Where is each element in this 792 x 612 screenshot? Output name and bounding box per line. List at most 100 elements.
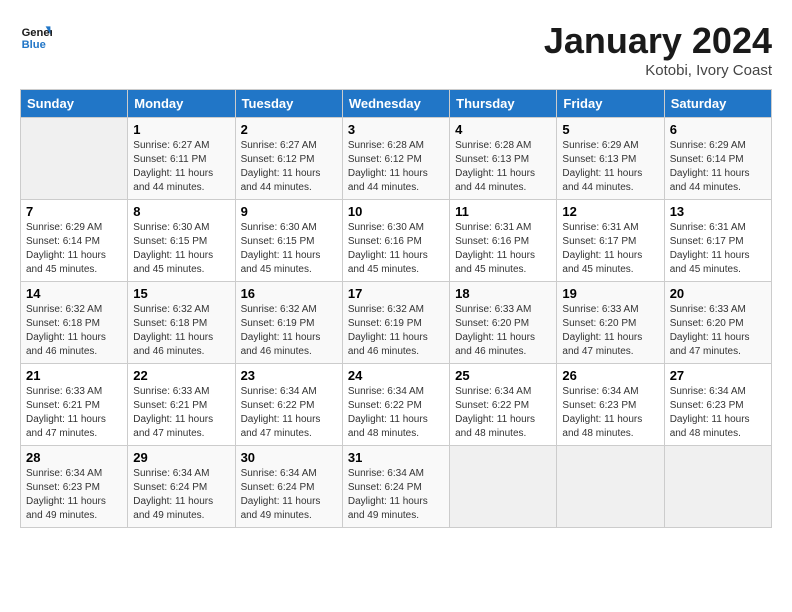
calendar-cell xyxy=(450,446,557,528)
header-cell-tuesday: Tuesday xyxy=(235,90,342,118)
calendar-cell: 13 Sunrise: 6:31 AMSunset: 6:17 PMDayligh… xyxy=(664,200,771,282)
day-info: Sunrise: 6:33 AMSunset: 6:21 PMDaylight:… xyxy=(26,385,122,441)
day-number: 5 xyxy=(562,122,658,137)
calendar-cell: 2 Sunrise: 6:27 AMSunset: 6:12 PMDaylight… xyxy=(235,118,342,200)
week-row-3: 14 Sunrise: 6:32 AMSunset: 6:18 PMDayligh… xyxy=(21,282,772,364)
calendar-cell: 22 Sunrise: 6:33 AMSunset: 6:21 PMDayligh… xyxy=(128,364,235,446)
calendar-cell: 8Sunrise: 6:30 AMSunset: 6:15 PMDaylight… xyxy=(128,200,235,282)
day-info: Sunrise: 6:31 AMSunset: 6:17 PMDaylight:… xyxy=(670,221,766,277)
day-info: Sunrise: 6:33 AMSunset: 6:20 PMDaylight:… xyxy=(670,303,766,359)
calendar-cell: 16Sunrise: 6:32 AMSunset: 6:19 PMDayligh… xyxy=(235,282,342,364)
day-number: 22 xyxy=(133,368,229,383)
day-number: 17 xyxy=(348,286,444,301)
day-number: 16 xyxy=(241,286,337,301)
calendar-cell: 30Sunrise: 6:34 AMSunset: 6:24 PMDayligh… xyxy=(235,446,342,528)
day-number: 7 xyxy=(26,204,122,219)
header-cell-saturday: Saturday xyxy=(664,90,771,118)
day-number: 12 xyxy=(562,204,658,219)
day-number: 29 xyxy=(133,450,229,465)
calendar-cell: 25 Sunrise: 6:34 AMSunset: 6:22 PMDayligh… xyxy=(450,364,557,446)
day-number: 24 xyxy=(348,368,444,383)
calendar-cell: 27 Sunrise: 6:34 AMSunset: 6:23 PMDayligh… xyxy=(664,364,771,446)
calendar-cell: 21 Sunrise: 6:33 AMSunset: 6:21 PMDayligh… xyxy=(21,364,128,446)
day-info: Sunrise: 6:34 AMSunset: 6:24 PMDaylight:… xyxy=(348,467,444,523)
day-info: Sunrise: 6:27 AMSunset: 6:12 PMDaylight:… xyxy=(241,139,337,195)
day-info: Sunrise: 6:27 AMSunset: 6:11 PMDaylight:… xyxy=(133,139,229,195)
header-cell-wednesday: Wednesday xyxy=(342,90,449,118)
day-number: 25 xyxy=(455,368,551,383)
day-info: Sunrise: 6:29 AMSunset: 6:14 PMDaylight:… xyxy=(670,139,766,195)
day-info: Sunrise: 6:30 AMSunset: 6:16 PMDaylight:… xyxy=(348,221,444,277)
day-info: Sunrise: 6:28 AMSunset: 6:13 PMDaylight:… xyxy=(455,139,551,195)
day-info: Sunrise: 6:30 AMSunset: 6:15 PMDaylight:… xyxy=(241,221,337,277)
header-cell-monday: Monday xyxy=(128,90,235,118)
day-info: Sunrise: 6:28 AMSunset: 6:12 PMDaylight:… xyxy=(348,139,444,195)
header-cell-sunday: Sunday xyxy=(21,90,128,118)
day-number: 19 xyxy=(562,286,658,301)
title-area: January 2024 Kotobi, Ivory Coast xyxy=(544,20,772,79)
calendar-cell xyxy=(664,446,771,528)
logo-icon: General Blue xyxy=(20,20,52,52)
day-number: 26 xyxy=(562,368,658,383)
calendar-cell: 15 Sunrise: 6:32 AMSunset: 6:18 PMDayligh… xyxy=(128,282,235,364)
day-number: 2 xyxy=(241,122,337,137)
calendar-cell: 7 Sunrise: 6:29 AMSunset: 6:14 PMDaylight… xyxy=(21,200,128,282)
day-info: Sunrise: 6:33 AMSunset: 6:20 PMDaylight:… xyxy=(455,303,551,359)
calendar-header-row: SundayMondayTuesdayWednesdayThursdayFrid… xyxy=(21,90,772,118)
calendar-cell: 17 Sunrise: 6:32 AMSunset: 6:19 PMDayligh… xyxy=(342,282,449,364)
day-info: Sunrise: 6:34 AMSunset: 6:22 PMDaylight:… xyxy=(455,385,551,441)
calendar-cell xyxy=(21,118,128,200)
calendar-cell: 12 Sunrise: 6:31 AMSunset: 6:17 PMDayligh… xyxy=(557,200,664,282)
calendar-cell: 24 Sunrise: 6:34 AMSunset: 6:22 PMDayligh… xyxy=(342,364,449,446)
day-number: 18 xyxy=(455,286,551,301)
svg-text:Blue: Blue xyxy=(22,39,46,51)
day-info: Sunrise: 6:31 AMSunset: 6:17 PMDaylight:… xyxy=(562,221,658,277)
day-info: Sunrise: 6:29 AMSunset: 6:14 PMDaylight:… xyxy=(26,221,122,277)
day-info: Sunrise: 6:33 AMSunset: 6:21 PMDaylight:… xyxy=(133,385,229,441)
day-number: 11 xyxy=(455,204,551,219)
day-info: Sunrise: 6:34 AMSunset: 6:22 PMDaylight:… xyxy=(241,385,337,441)
calendar-cell: 31 Sunrise: 6:34 AMSunset: 6:24 PMDayligh… xyxy=(342,446,449,528)
day-number: 9 xyxy=(241,204,337,219)
calendar-cell: 1Sunrise: 6:27 AMSunset: 6:11 PMDaylight… xyxy=(128,118,235,200)
day-number: 15 xyxy=(133,286,229,301)
location-subtitle: Kotobi, Ivory Coast xyxy=(544,62,772,79)
calendar-cell: 18 Sunrise: 6:33 AMSunset: 6:20 PMDayligh… xyxy=(450,282,557,364)
day-number: 21 xyxy=(26,368,122,383)
day-number: 23 xyxy=(241,368,337,383)
day-number: 13 xyxy=(670,204,766,219)
calendar-cell: 5Sunrise: 6:29 AMSunset: 6:13 PMDaylight… xyxy=(557,118,664,200)
calendar-cell: 26 Sunrise: 6:34 AMSunset: 6:23 PMDayligh… xyxy=(557,364,664,446)
day-number: 14 xyxy=(26,286,122,301)
calendar-cell: 11 Sunrise: 6:31 AMSunset: 6:16 PMDayligh… xyxy=(450,200,557,282)
calendar-cell xyxy=(557,446,664,528)
day-number: 28 xyxy=(26,450,122,465)
calendar-cell: 3 Sunrise: 6:28 AMSunset: 6:12 PMDaylight… xyxy=(342,118,449,200)
week-row-1: 1Sunrise: 6:27 AMSunset: 6:11 PMDaylight… xyxy=(21,118,772,200)
day-number: 3 xyxy=(348,122,444,137)
day-number: 8 xyxy=(133,204,229,219)
day-number: 20 xyxy=(670,286,766,301)
calendar-cell: 4Sunrise: 6:28 AMSunset: 6:13 PMDaylight… xyxy=(450,118,557,200)
week-row-5: 28Sunrise: 6:34 AMSunset: 6:23 PMDayligh… xyxy=(21,446,772,528)
day-info: Sunrise: 6:32 AMSunset: 6:18 PMDaylight:… xyxy=(26,303,122,359)
calendar-cell: 23 Sunrise: 6:34 AMSunset: 6:22 PMDayligh… xyxy=(235,364,342,446)
day-number: 31 xyxy=(348,450,444,465)
day-info: Sunrise: 6:32 AMSunset: 6:19 PMDaylight:… xyxy=(348,303,444,359)
logo: General Blue xyxy=(20,20,52,52)
calendar-cell: 20 Sunrise: 6:33 AMSunset: 6:20 PMDayligh… xyxy=(664,282,771,364)
day-number: 27 xyxy=(670,368,766,383)
month-title: January 2024 xyxy=(544,20,772,62)
day-info: Sunrise: 6:34 AMSunset: 6:22 PMDaylight:… xyxy=(348,385,444,441)
header-cell-thursday: Thursday xyxy=(450,90,557,118)
day-info: Sunrise: 6:34 AMSunset: 6:23 PMDaylight:… xyxy=(562,385,658,441)
calendar-cell: 14 Sunrise: 6:32 AMSunset: 6:18 PMDayligh… xyxy=(21,282,128,364)
day-info: Sunrise: 6:34 AMSunset: 6:23 PMDaylight:… xyxy=(670,385,766,441)
calendar-table: SundayMondayTuesdayWednesdayThursdayFrid… xyxy=(20,89,772,528)
day-info: Sunrise: 6:34 AMSunset: 6:24 PMDaylight:… xyxy=(133,467,229,523)
header-cell-friday: Friday xyxy=(557,90,664,118)
calendar-cell: 19Sunrise: 6:33 AMSunset: 6:20 PMDayligh… xyxy=(557,282,664,364)
day-info: Sunrise: 6:31 AMSunset: 6:16 PMDaylight:… xyxy=(455,221,551,277)
day-info: Sunrise: 6:32 AMSunset: 6:18 PMDaylight:… xyxy=(133,303,229,359)
day-number: 10 xyxy=(348,204,444,219)
